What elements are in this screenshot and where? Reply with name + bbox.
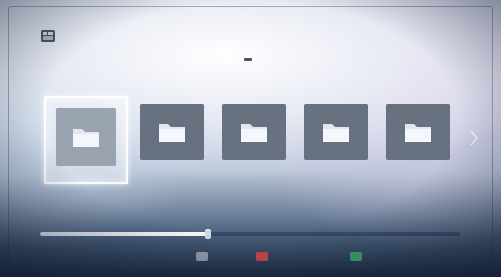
folder-thumbnail (56, 108, 116, 166)
folder-tile[interactable] (140, 104, 204, 160)
folder-thumbnail (304, 104, 368, 160)
progress-knob[interactable] (205, 229, 211, 239)
folder-icon (73, 129, 99, 147)
green-key-icon (350, 251, 362, 261)
chevron-right-icon[interactable] (470, 130, 478, 146)
folder-tile[interactable] (304, 104, 368, 160)
folder-tile[interactable] (44, 96, 128, 184)
folder-icon (323, 124, 349, 142)
folder-thumbnail (222, 104, 286, 160)
folder-icon (241, 124, 267, 142)
progress-fill (40, 232, 208, 236)
folder-icon (159, 124, 185, 142)
hand-menu-icon (41, 30, 55, 42)
hint-item (196, 250, 212, 262)
hint-item (350, 250, 366, 262)
back-key-icon (196, 251, 208, 261)
progress-bar[interactable] (40, 232, 460, 236)
folder-icon (405, 124, 431, 142)
folder-thumbnail (386, 104, 450, 160)
folder-thumbnail (140, 104, 204, 160)
media-browser-screen (0, 0, 501, 277)
folder-tile[interactable] (386, 104, 450, 160)
folder-tile[interactable] (222, 104, 286, 160)
red-key-icon (256, 251, 268, 261)
page-indicator (244, 58, 252, 61)
hint-item (256, 250, 272, 262)
